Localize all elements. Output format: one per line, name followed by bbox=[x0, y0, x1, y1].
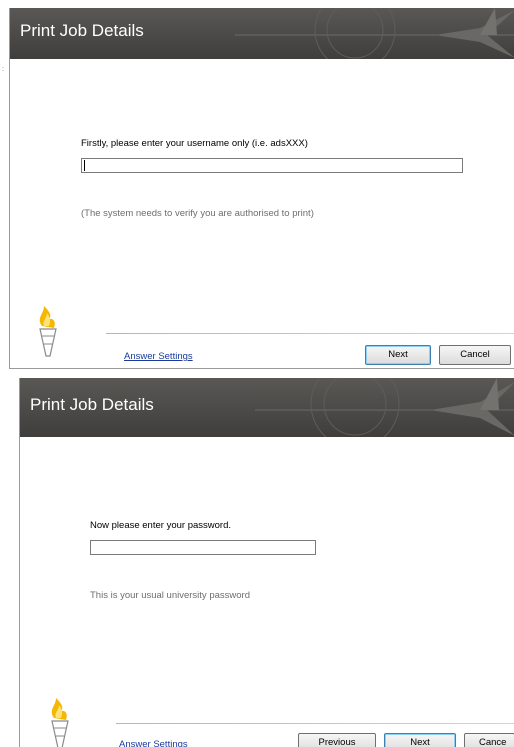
torch-logo-icon bbox=[39, 306, 57, 357]
answer-settings-link[interactable]: Answer Settings bbox=[119, 739, 188, 747]
password-prompt: Now please enter your password. bbox=[90, 520, 231, 531]
password-hint: This is your usual university password bbox=[90, 590, 250, 601]
previous-button[interactable]: Previous bbox=[298, 733, 376, 747]
compass-star-decoration-icon bbox=[255, 378, 514, 437]
footer-separator bbox=[106, 333, 514, 334]
dialog-title: Print Job Details bbox=[20, 21, 144, 40]
footer-separator bbox=[116, 723, 514, 724]
password-dialog: Print Job Details Now please enter your … bbox=[19, 378, 514, 747]
password-input[interactable] bbox=[90, 540, 316, 555]
dialog-title: Print Job Details bbox=[30, 395, 154, 414]
cancel-button[interactable]: Cance bbox=[464, 733, 514, 747]
next-button[interactable]: Next bbox=[384, 733, 456, 747]
torch-logo-icon bbox=[51, 698, 69, 747]
compass-star-decoration-icon bbox=[235, 8, 514, 59]
cancel-button[interactable]: Cancel bbox=[439, 345, 511, 365]
username-input[interactable] bbox=[81, 158, 463, 173]
dialog-titlebar: Print Job Details bbox=[20, 378, 514, 437]
username-hint: (The system needs to verify you are auth… bbox=[81, 208, 314, 219]
stray-mark: : bbox=[2, 66, 4, 73]
username-prompt: Firstly, please enter your username only… bbox=[81, 138, 308, 149]
text-caret bbox=[84, 160, 85, 171]
next-button[interactable]: Next bbox=[365, 345, 431, 365]
answer-settings-link[interactable]: Answer Settings bbox=[124, 351, 193, 362]
username-dialog: Print Job Details Firstly, please enter … bbox=[9, 8, 514, 369]
dialog-titlebar: Print Job Details bbox=[10, 8, 514, 59]
